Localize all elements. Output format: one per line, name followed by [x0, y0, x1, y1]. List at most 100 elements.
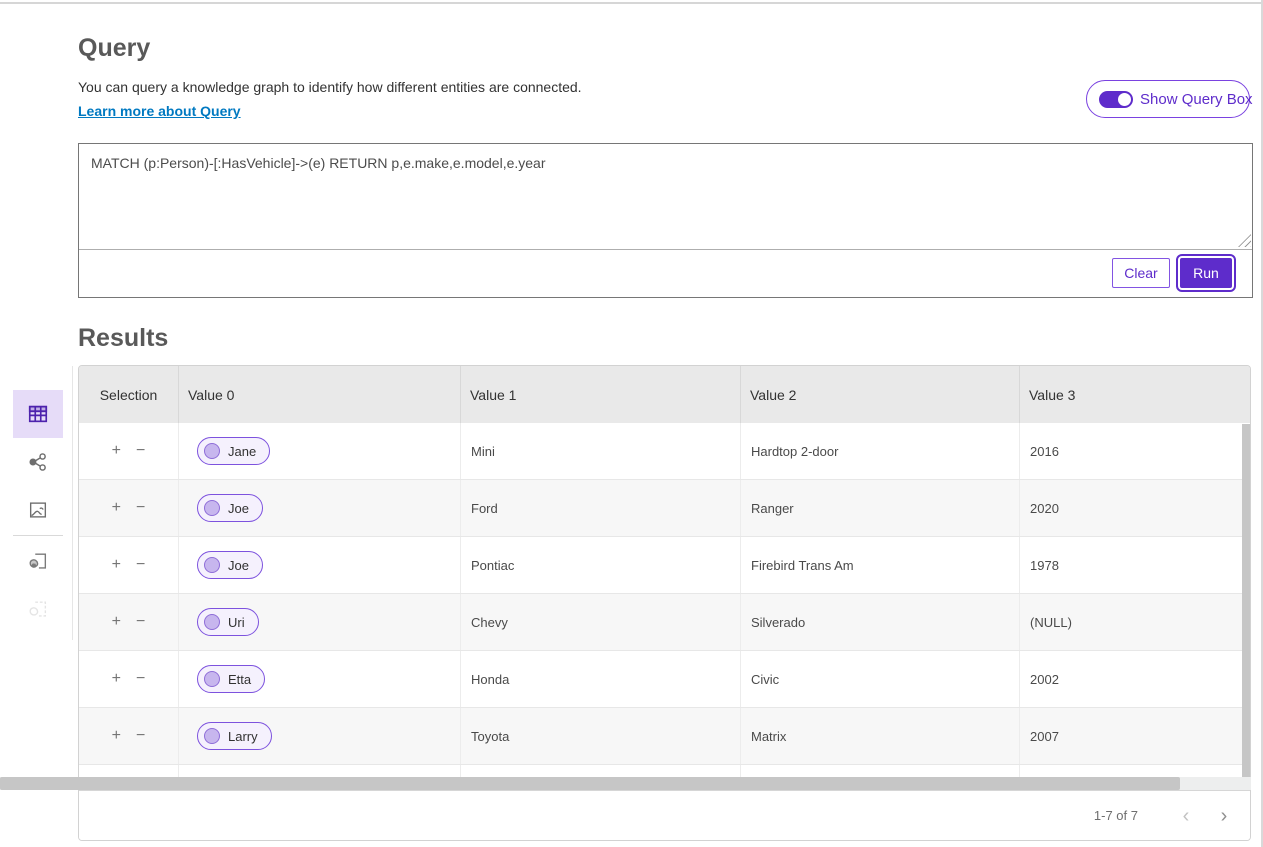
- horizontal-scrollbar[interactable]: [0, 777, 1251, 790]
- entity-label: Joe: [228, 501, 249, 516]
- entity-pill[interactable]: Uri: [197, 608, 259, 636]
- disabled-view-icon: [27, 598, 49, 620]
- vertical-scrollbar[interactable]: [1242, 424, 1250, 778]
- entity-pill[interactable]: Larry: [197, 722, 272, 750]
- sidebar-item-new-view-disabled: [13, 585, 63, 633]
- map-icon: [27, 499, 49, 521]
- sidebar-item-table-view[interactable]: [13, 390, 63, 438]
- column-header-value3: Value 3: [1020, 366, 1250, 423]
- selection-cell: + −: [79, 480, 179, 536]
- entity-cell: Uri: [179, 594, 461, 650]
- entity-pill[interactable]: Jane: [197, 437, 270, 465]
- entity-cell: Larry: [179, 708, 461, 764]
- value1-cell: Pontiac: [461, 537, 741, 593]
- value3-cell: (NULL): [1020, 594, 1250, 650]
- table-row: + − Uri Chevy Silverado (NULL): [79, 594, 1250, 651]
- chevron-right-icon[interactable]: ›: [1212, 806, 1236, 826]
- top-divider: [0, 2, 1263, 4]
- toolbar-divider: [13, 535, 63, 536]
- query-input[interactable]: MATCH (p:Person)-[:HasVehicle]->(e) RETU…: [79, 144, 1252, 250]
- entity-label: Joe: [228, 558, 249, 573]
- pagination-range: 1-7 of 7: [1094, 808, 1138, 823]
- value2-cell: Firebird Trans Am: [741, 537, 1020, 593]
- sidebar-item-link-chart-view[interactable]: [13, 438, 63, 486]
- chevron-left-icon[interactable]: ‹: [1174, 806, 1198, 826]
- table-row: + − Jane Mini Hardtop 2-door 2016: [79, 423, 1250, 480]
- selection-cell: + −: [79, 537, 179, 593]
- value3-cell: 2016: [1020, 423, 1250, 479]
- entity-dot-icon: [204, 500, 220, 516]
- entity-cell: Joe: [179, 537, 461, 593]
- value1-cell: Mini: [461, 423, 741, 479]
- learn-more-link[interactable]: Learn more about Query: [78, 103, 241, 119]
- table-row: + − Larry Toyota Matrix 2007: [79, 708, 1250, 765]
- page-title: Query: [78, 34, 150, 63]
- entity-cell: Joe: [179, 480, 461, 536]
- column-header-value1: Value 1: [461, 366, 741, 423]
- remove-from-selection-button[interactable]: −: [136, 671, 145, 687]
- value1-cell: Honda: [461, 651, 741, 707]
- table-row: + − Joe Pontiac Firebird Trans Am 1978: [79, 537, 1250, 594]
- add-to-selection-button[interactable]: +: [112, 443, 121, 459]
- entity-dot-icon: [204, 443, 220, 459]
- entity-dot-icon: [204, 728, 220, 744]
- entity-label: Larry: [228, 729, 258, 744]
- show-query-box-toggle[interactable]: Show Query Box: [1086, 80, 1250, 118]
- value3-cell: 1978: [1020, 537, 1250, 593]
- remove-from-selection-button[interactable]: −: [136, 614, 145, 630]
- sidebar-item-map-view[interactable]: [13, 486, 63, 534]
- table-row: + − Etta Honda Civic 2002: [79, 651, 1250, 708]
- run-button[interactable]: Run: [1180, 258, 1232, 288]
- sidebar-border: [72, 366, 73, 640]
- table-footer: 1-7 of 7 ‹ ›: [79, 790, 1250, 840]
- remove-from-selection-button[interactable]: −: [136, 443, 145, 459]
- remove-from-selection-button[interactable]: −: [136, 728, 145, 744]
- vertical-scrollbar-thumb[interactable]: [1242, 424, 1250, 778]
- query-box: MATCH (p:Person)-[:HasVehicle]->(e) RETU…: [78, 143, 1253, 298]
- query-description: You can query a knowledge graph to ident…: [78, 79, 582, 95]
- entity-pill[interactable]: Joe: [197, 551, 263, 579]
- value2-cell: Civic: [741, 651, 1020, 707]
- value2-cell: Matrix: [741, 708, 1020, 764]
- resize-handle-icon[interactable]: [1238, 234, 1251, 247]
- add-to-selection-button[interactable]: +: [112, 614, 121, 630]
- add-to-selection-button[interactable]: +: [112, 557, 121, 573]
- entity-pill[interactable]: Etta: [197, 665, 265, 693]
- entity-dot-icon: [204, 557, 220, 573]
- query-text: MATCH (p:Person)-[:HasVehicle]->(e) RETU…: [91, 155, 546, 171]
- value3-cell: 2007: [1020, 708, 1250, 764]
- value3-cell: 2002: [1020, 651, 1250, 707]
- selection-cell: + −: [79, 423, 179, 479]
- results-title: Results: [78, 324, 168, 353]
- toggle-switch-icon[interactable]: [1099, 91, 1133, 108]
- value1-cell: Toyota: [461, 708, 741, 764]
- remove-from-selection-button[interactable]: −: [136, 500, 145, 516]
- entity-dot-icon: [204, 614, 220, 630]
- entity-pill[interactable]: Joe: [197, 494, 263, 522]
- value1-cell: Chevy: [461, 594, 741, 650]
- sidebar-item-new-map-view[interactable]: [13, 537, 63, 585]
- entity-label: Jane: [228, 444, 256, 459]
- add-to-selection-button[interactable]: +: [112, 500, 121, 516]
- remove-from-selection-button[interactable]: −: [136, 557, 145, 573]
- add-to-selection-button[interactable]: +: [112, 671, 121, 687]
- selection-cell: + −: [79, 708, 179, 764]
- entity-cell: Etta: [179, 651, 461, 707]
- results-view-toolbar: [13, 390, 63, 633]
- selection-cell: + −: [79, 594, 179, 650]
- column-header-value0: Value 0: [179, 366, 461, 423]
- add-to-selection-button[interactable]: +: [112, 728, 121, 744]
- link-chart-icon: [27, 451, 49, 473]
- value2-cell: Ranger: [741, 480, 1020, 536]
- toggle-knob: [1117, 92, 1132, 107]
- entity-label: Etta: [228, 672, 251, 687]
- clear-button[interactable]: Clear: [1112, 258, 1170, 288]
- selection-cell: + −: [79, 651, 179, 707]
- new-map-icon: [27, 550, 49, 572]
- value3-cell: 2020: [1020, 480, 1250, 536]
- value2-cell: Silverado: [741, 594, 1020, 650]
- toggle-label: Show Query Box: [1140, 91, 1253, 108]
- value1-cell: Ford: [461, 480, 741, 536]
- horizontal-scrollbar-thumb[interactable]: [0, 777, 1180, 790]
- table-header: Selection Value 0 Value 1 Value 2 Value …: [79, 366, 1250, 423]
